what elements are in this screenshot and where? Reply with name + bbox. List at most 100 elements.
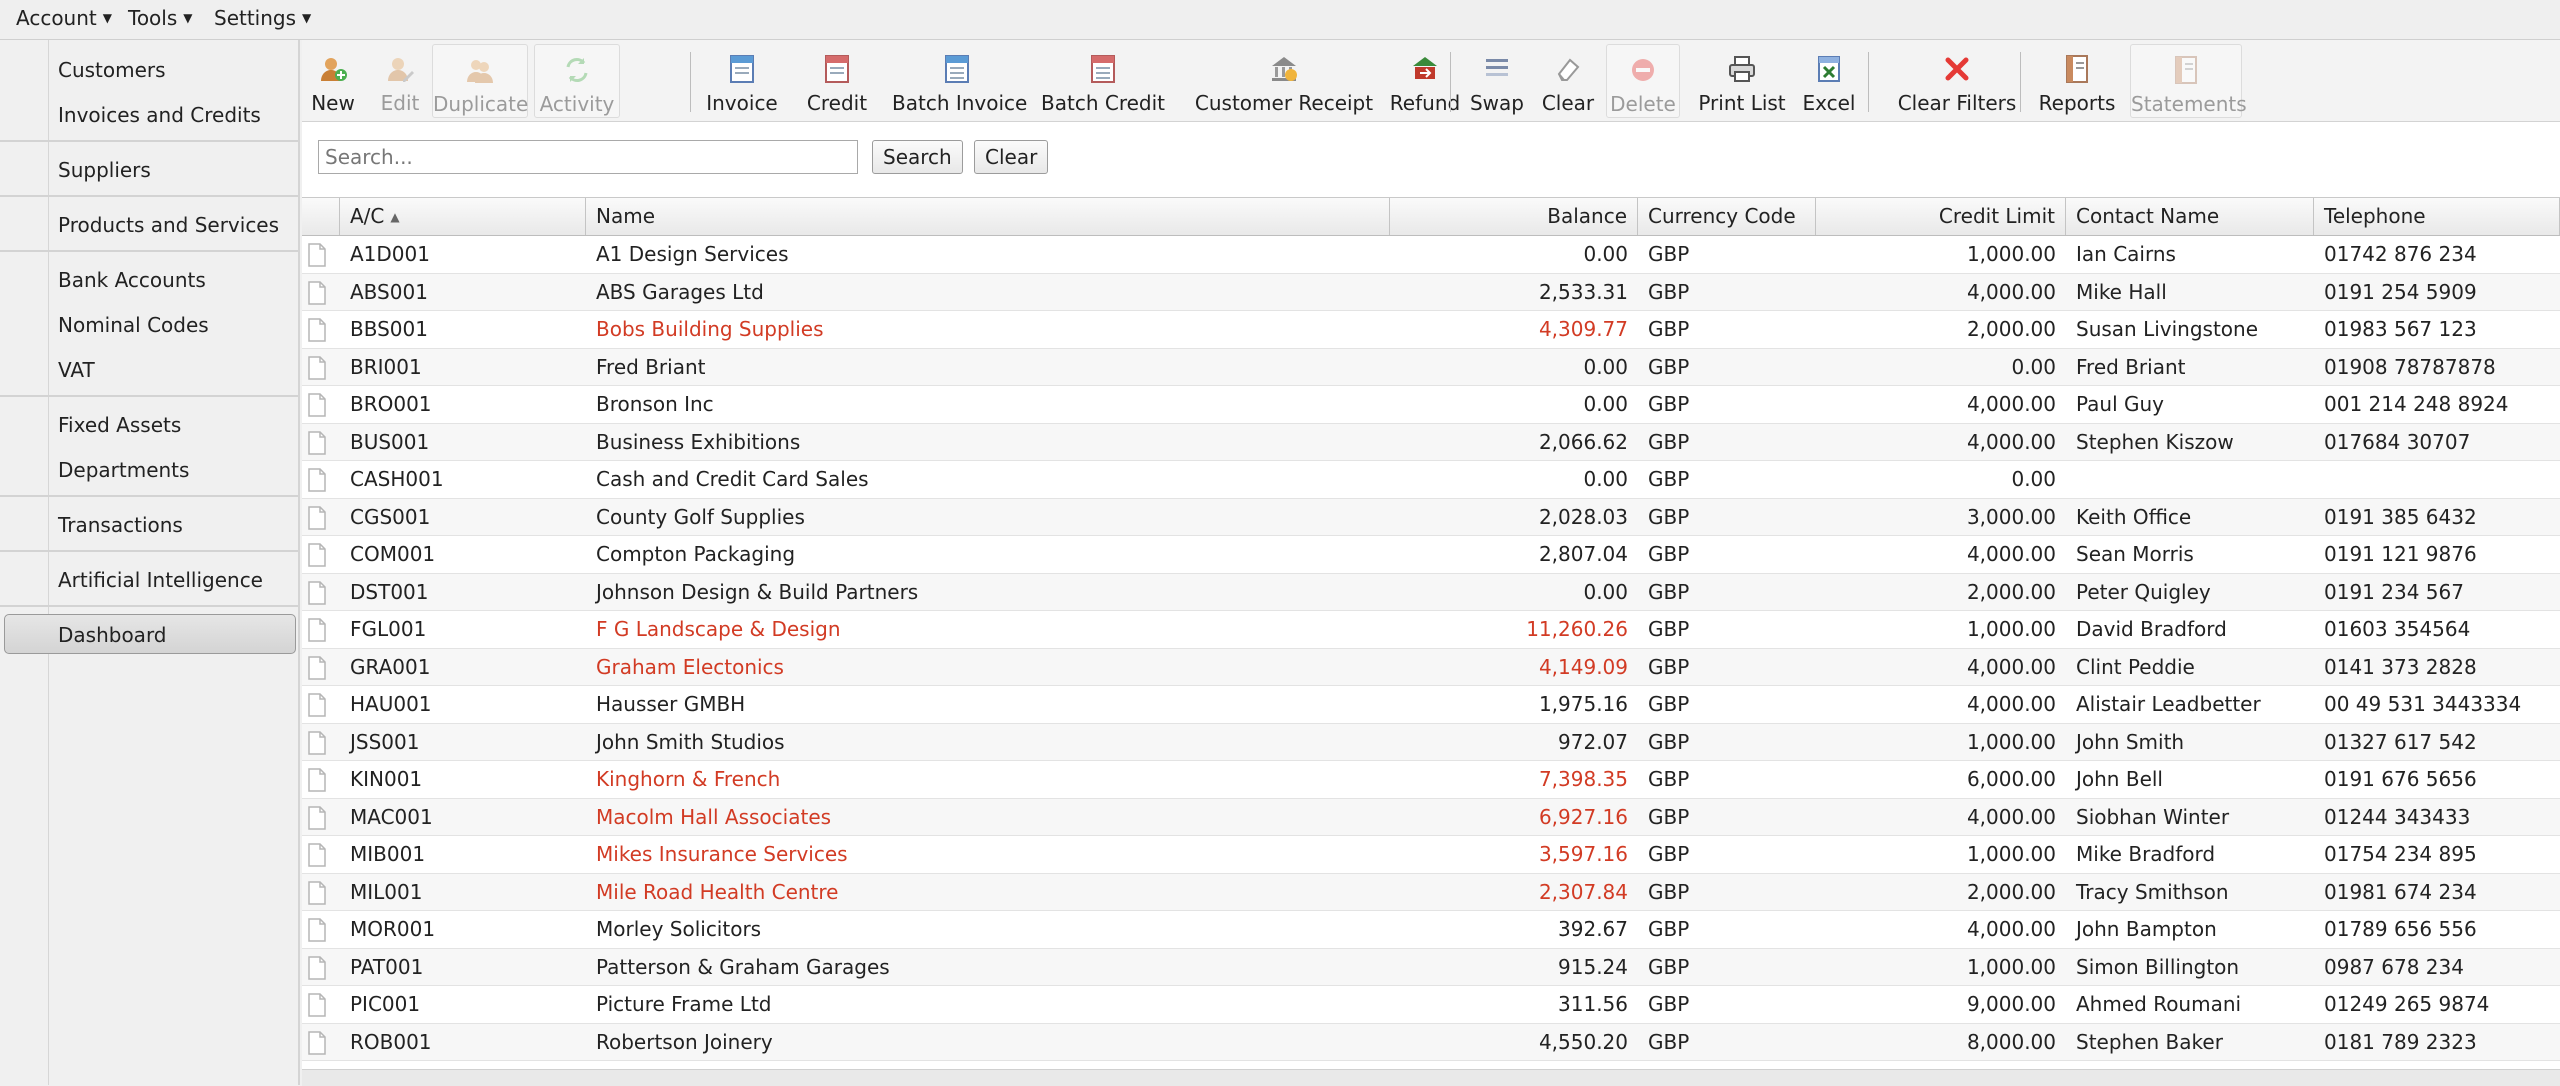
batch-credit-button-label: Batch Credit (1041, 91, 1165, 115)
document-icon[interactable] (306, 430, 328, 455)
invoice-button[interactable]: Invoice (704, 44, 780, 118)
sidebar-item-invoices-and-credits[interactable]: Invoices and Credits (58, 103, 261, 127)
document-icon[interactable] (306, 393, 328, 417)
table-row[interactable]: COM001 Compton Packaging 2,807.04 GBP 4,000.… (302, 536, 2560, 574)
cell-contact-name: Susan Livingstone (2076, 317, 2259, 341)
document-icon[interactable] (306, 993, 328, 1017)
print-list-button[interactable]: Print List (1698, 44, 1786, 118)
duplicate-button[interactable]: Duplicate (432, 44, 528, 118)
header-credit-limit[interactable]: Credit Limit (1816, 198, 2066, 235)
edit-button[interactable]: Edit (374, 44, 426, 118)
document-icon[interactable] (306, 880, 328, 905)
search-input[interactable] (318, 140, 858, 174)
table-row[interactable]: CGS001 County Golf Supplies 2,028.03 GBP 3,0… (302, 498, 2560, 536)
table-row[interactable]: A1D001 A1 Design Services 0.00 GBP 1,000.00 I… (302, 236, 2560, 274)
cell-telephone: 0141 373 2828 (2324, 654, 2477, 679)
document-icon[interactable] (306, 505, 328, 530)
excel-button[interactable]: Excel (1798, 44, 1860, 118)
sidebar-item-vat[interactable]: VAT (58, 358, 95, 382)
table-row[interactable]: MIB001 Mikes Insurance Services 3,597.16 GB… (302, 836, 2560, 874)
document-icon[interactable] (306, 243, 328, 267)
table-row[interactable]: PAT001 Patterson & Graham Garages 915.24 GB… (302, 948, 2560, 986)
cell-telephone: 01249 265 9874 (2324, 992, 2490, 1016)
header-name[interactable]: Name (586, 198, 1390, 235)
document-icon[interactable] (306, 543, 328, 567)
table-row[interactable]: BRO001 Bronson Inc 0.00 GBP 4,000.00 Paul Guy… (302, 386, 2560, 424)
credit-button[interactable]: Credit (800, 44, 874, 118)
document-icon[interactable] (306, 843, 328, 867)
document-icon[interactable] (306, 468, 328, 492)
table-row[interactable]: JSS001 John Smith Studios 972.07 GBP 1,000.0… (302, 723, 2560, 761)
table-row[interactable]: BRI001 Fred Briant 0.00 GBP 0.00 Fred Briant 0… (302, 348, 2560, 386)
edit-button-label: Edit (380, 91, 420, 115)
clear-button[interactable]: Clear (1538, 44, 1598, 118)
document-icon[interactable] (306, 805, 328, 830)
delete-button[interactable]: Delete (1606, 44, 1680, 118)
search-button[interactable]: Search (872, 140, 963, 174)
table-row[interactable]: DST001 Johnson Design & Build Partners 0.0… (302, 573, 2560, 611)
chevron-down-icon: ▼ (183, 11, 193, 25)
table-row[interactable]: BUS001 Business Exhibitions 2,066.62 GBP 4,0… (302, 423, 2560, 461)
sidebar-item-customers[interactable]: Customers (58, 58, 166, 82)
table-row[interactable]: ROB001 Robertson Joinery 4,550.20 GBP 8,000.… (302, 1023, 2560, 1061)
table-row[interactable]: GRA001 Graham Electonics 4,149.09 GBP 4,000.… (302, 648, 2560, 686)
document-icon[interactable] (306, 355, 328, 380)
menu-tools[interactable]: Tools ▼ (128, 6, 193, 30)
table-row[interactable]: MAC001 Macolm Hall Associates 6,927.16 GBP 4… (302, 798, 2560, 836)
cell-balance: 2,066.62 (1538, 429, 1628, 454)
table-row[interactable]: PIC001 Picture Frame Ltd 311.56 GBP 9,000.00… (302, 986, 2560, 1024)
document-icon[interactable] (306, 618, 328, 642)
document-icon[interactable] (306, 918, 328, 942)
table-row[interactable]: CASH001 Cash and Credit Card Sales 0.00 GBP… (302, 461, 2560, 499)
table-row[interactable]: HAU001 Hausser GMBH 1,975.16 GBP 4,000.00 Ali… (302, 686, 2560, 724)
sidebar-item-nominal-codes[interactable]: Nominal Codes (58, 313, 209, 337)
document-icon[interactable] (306, 280, 328, 305)
activity-button[interactable]: Activity (534, 44, 620, 118)
sidebar-item-fixed-assets[interactable]: Fixed Assets (58, 413, 181, 437)
swap-button[interactable]: Swap (1462, 44, 1532, 118)
sidebar-item-products-and-services[interactable]: Products and Services (58, 213, 279, 237)
new-button[interactable]: New (310, 44, 356, 118)
header-ac[interactable]: A/C ▲ (340, 198, 586, 235)
customer-receipt-button[interactable]: Customer Receipt (1184, 44, 1384, 118)
clear-search-button[interactable]: Clear (974, 140, 1049, 174)
header-select[interactable] (302, 198, 340, 235)
cell-contact-name: Peter Quigley (2076, 579, 2211, 604)
sidebar-item-departments[interactable]: Departments (58, 458, 189, 482)
document-icon[interactable] (306, 955, 328, 980)
sidebar-item-transactions[interactable]: Transactions (58, 513, 183, 537)
table-row[interactable]: MOR001 Morley Solicitors 392.67 GBP 4,000.00… (302, 911, 2560, 949)
document-icon[interactable] (306, 655, 328, 680)
header-balance[interactable]: Balance (1390, 198, 1638, 235)
document-icon[interactable] (306, 730, 328, 755)
table-row[interactable]: BBS001 Bobs Building Supplies 4,309.77 GBP 2… (302, 311, 2560, 349)
table-row[interactable]: FGL001 F G Landscape & Design 11,260.26 GBP… (302, 611, 2560, 649)
table-row[interactable]: ABS001 ABS Garages Ltd 2,533.31 GBP 4,000.00… (302, 273, 2560, 311)
menu-settings[interactable]: Settings ▼ (214, 6, 311, 30)
batch-credit-button[interactable]: Batch Credit (1040, 44, 1166, 118)
refund-button[interactable]: Refund (1380, 44, 1470, 118)
reports-button[interactable]: Reports (2032, 44, 2122, 118)
document-icon[interactable] (306, 318, 328, 342)
document-icon[interactable] (306, 693, 328, 717)
document-icon[interactable] (306, 768, 328, 792)
document-icon[interactable] (306, 580, 328, 605)
table-row[interactable]: KIN001 Kinghorn & French 7,398.35 GBP 6,000.… (302, 761, 2560, 799)
sidebar-item-bank-accounts[interactable]: Bank Accounts (58, 268, 206, 292)
batch-invoice-button[interactable]: Batch Invoice (892, 44, 1027, 118)
sidebar-item-suppliers[interactable]: Suppliers (58, 158, 151, 182)
cell-telephone: 0191 385 6432 (2324, 504, 2477, 529)
sidebar-item-dashboard[interactable]: Dashboard (4, 614, 296, 654)
header-contact-name[interactable]: Contact Name (2066, 198, 2314, 235)
header-telephone[interactable]: Telephone (2314, 198, 2560, 235)
horizontal-scrollbar[interactable] (302, 1069, 2560, 1086)
clear-filters-button[interactable]: Clear Filters (1882, 44, 2032, 118)
sidebar-item-artificial-intelligence[interactable]: Artificial Intelligence (58, 568, 263, 592)
header-currency-code[interactable]: Currency Code (1638, 198, 1816, 235)
document-icon[interactable] (306, 1030, 328, 1055)
cell-contact-name: Fred Briant (2076, 354, 2186, 379)
cell-telephone: 01742 876 234 (2324, 242, 2477, 266)
table-row[interactable]: MIL001 Mile Road Health Centre 2,307.84 GBP… (302, 873, 2560, 911)
menu-account[interactable]: Account ▼ (16, 6, 112, 30)
statements-button[interactable]: Statements (2130, 44, 2247, 118)
